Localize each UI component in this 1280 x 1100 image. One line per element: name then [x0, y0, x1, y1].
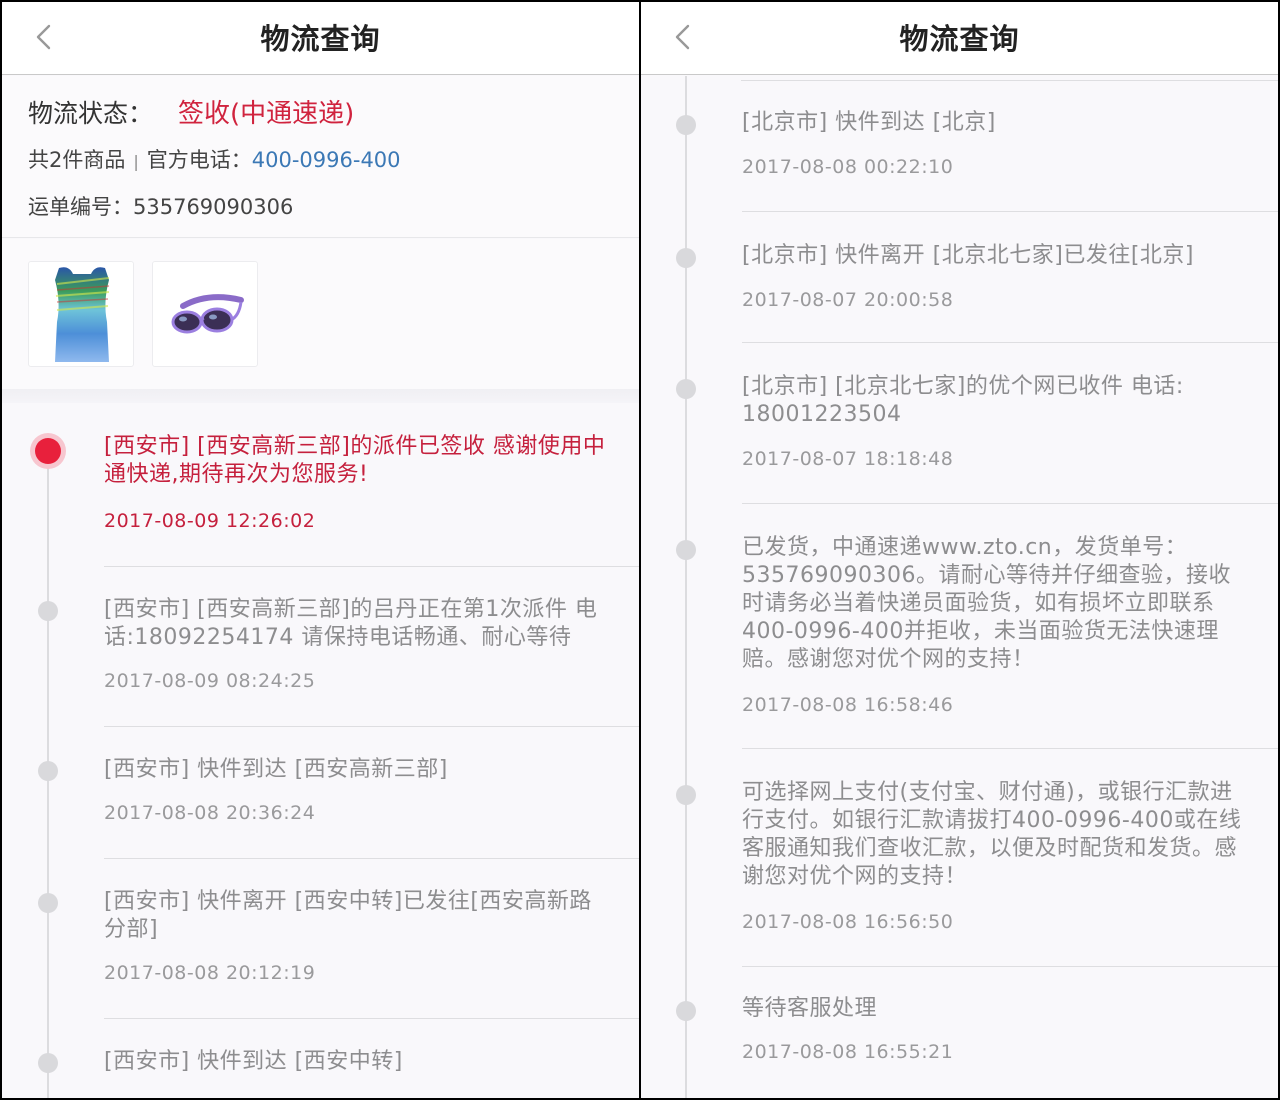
goods-thumbnails	[2, 239, 639, 389]
event-time: 2017-08-09 08:24:25	[104, 670, 316, 692]
event-description: [北京市] [北京北七家]的优个网已收件 电话: 18001223504	[742, 374, 1184, 427]
event-description: 已发货，中通速递www.zto.cn，发货单号：535769090306。请耐心…	[742, 535, 1231, 672]
waybill-number: 535769090306	[133, 195, 294, 219]
event-time: 2017-08-08 00:22:10	[742, 156, 954, 178]
event-time: 2017-08-08 16:55:21	[742, 1041, 954, 1063]
event-time: 2017-08-08 20:36:24	[104, 802, 316, 824]
tracking-timeline: [北京市] 快件到达 [北京] 2017-08-08 00:22:10 [北京市…	[641, 76, 1278, 1098]
event-separator	[742, 211, 1278, 212]
phone-label: 官方电话：	[146, 148, 252, 172]
section-divider	[2, 389, 639, 403]
goods-summary: 共2件商品 | 官方电话：400-0996-400	[28, 144, 401, 174]
event-time: 2017-08-07 20:00:58	[742, 289, 954, 311]
nav-bar: 物流查询	[2, 2, 639, 75]
event-time: 2017-08-08 20:12:19	[104, 962, 316, 984]
event-description: [西安市] 快件离开 [西安中转]已发往[西安高新路分部]	[104, 889, 592, 942]
timeline-dot	[38, 601, 58, 621]
event-separator	[742, 503, 1278, 504]
event-separator	[104, 566, 639, 567]
event-description: [西安市] 快件到达 [西安中转]	[104, 1049, 403, 1074]
event-description: [西安市] 快件到达 [西安高新三部]	[104, 757, 448, 782]
timeline-dot	[38, 1053, 58, 1073]
event-separator	[742, 748, 1278, 749]
event-separator	[742, 342, 1278, 343]
timeline-dot	[676, 540, 696, 560]
timeline-dot-active	[35, 438, 61, 464]
logistics-info: 物流状态： 签收(中通速递) 共2件商品 | 官方电话：400-0996-400 运…	[2, 76, 639, 238]
waybill-label: 运单编号：	[28, 195, 133, 219]
page-title: 物流查询	[260, 22, 381, 56]
timeline-dot	[38, 761, 58, 781]
page-title: 物流查询	[899, 22, 1020, 56]
timeline-line	[685, 76, 687, 1098]
event-time: 2017-08-08 16:56:50	[742, 911, 954, 933]
event-separator	[742, 966, 1278, 967]
event-description: [西安市] [西安高新三部]的派件已签收 感谢使用中通快递,期待再次为您服务!	[104, 434, 606, 487]
event-separator	[741, 80, 1278, 81]
timeline-dot	[676, 785, 696, 805]
goggles-image	[171, 294, 244, 334]
goods-item-swim-vest[interactable]	[28, 261, 134, 367]
left-phone-screen: 物流查询 物流状态： 签收(中通速递) 共2件商品 | 官方电话：400-0996-…	[2, 2, 639, 1098]
right-phone-screen: 物流查询 [北京市] 快件到达 [北京] 2017-08-08 00:22:10…	[641, 2, 1278, 1098]
event-time: 2017-08-07 18:18:48	[742, 448, 954, 470]
goods-item-goggles[interactable]	[152, 261, 258, 367]
timeline-dot	[676, 379, 696, 399]
event-description: [北京市] 快件离开 [北京北七家]已发往[北京]	[742, 243, 1194, 268]
waybill-line: 运单编号：535769090306	[28, 191, 293, 221]
event-separator	[104, 1018, 639, 1019]
status-value: 签收(中通速递)	[178, 99, 355, 129]
event-time: 2017-08-09 12:26:02	[104, 510, 316, 532]
timeline-dot	[676, 115, 696, 135]
goods-count: 共2件商品	[28, 148, 126, 172]
event-separator	[104, 726, 639, 727]
event-description: [北京市] 快件到达 [北京]	[742, 110, 996, 135]
timeline-dot	[676, 1001, 696, 1021]
event-time: 2017-08-08 16:58:46	[742, 694, 954, 716]
separator: |	[133, 152, 139, 171]
event-description: 可选择网上支付(支付宝、财付通)，或银行汇款进行支付。如银行汇款请拔打400-0…	[742, 780, 1242, 889]
tracking-timeline: [西安市] [西安高新三部]的派件已签收 感谢使用中通快递,期待再次为您服务! …	[2, 403, 639, 1098]
nav-bar: 物流查询	[641, 2, 1278, 75]
event-separator	[104, 858, 639, 859]
status-label: 物流状态：	[28, 99, 154, 128]
timeline-dot	[676, 248, 696, 268]
phone-link[interactable]: 400-0996-400	[252, 148, 401, 172]
timeline-dot	[38, 893, 58, 913]
swim-vest-image	[55, 267, 110, 362]
event-description: [西安市] [西安高新三部]的吕丹正在第1次派件 电话:18092254174 …	[104, 597, 598, 650]
event-description: 等待客服处理	[742, 996, 878, 1021]
